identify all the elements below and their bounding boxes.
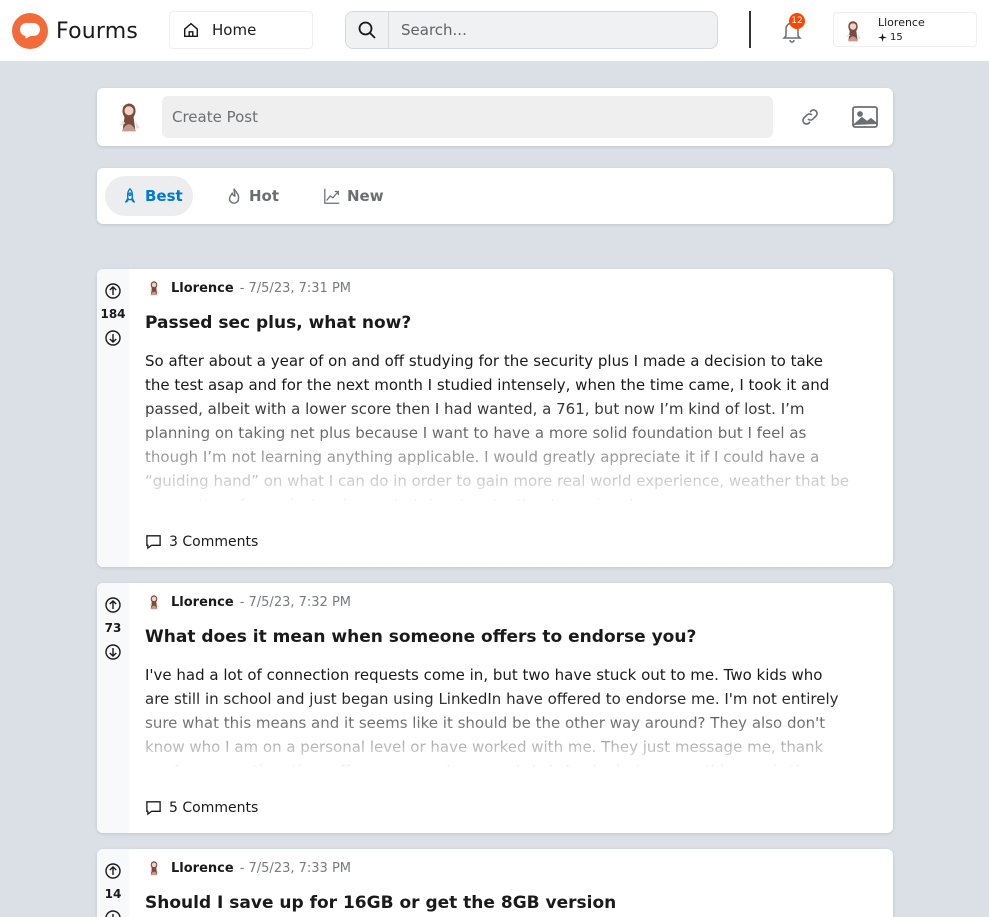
post-body: So after about a year of on and off stud…	[145, 352, 850, 501]
author-name[interactable]: Llorence	[171, 595, 234, 610]
comments-button[interactable]: 5 Comments	[145, 799, 258, 816]
trending-icon	[324, 188, 340, 204]
search-icon[interactable]	[346, 12, 389, 48]
user-menu[interactable]: Llorence 15	[833, 12, 977, 47]
post-card[interactable]: 73 Llorence - 7/5/23, 7:32 PM What does …	[97, 583, 893, 833]
karma-count: 15	[878, 32, 903, 43]
post-timestamp: - 7/5/23, 7:33 PM	[239, 860, 351, 876]
upvote-icon[interactable]	[105, 597, 121, 613]
search-input[interactable]	[389, 12, 717, 48]
vote-count: 184	[100, 307, 126, 321]
home-dropdown[interactable]: Home	[169, 11, 313, 49]
brand-logo[interactable]: Fourms	[12, 13, 138, 49]
post-timestamp: - 7/5/23, 7:32 PM	[239, 594, 351, 610]
post-title[interactable]: What does it mean when someone offers to…	[145, 627, 696, 647]
author-name[interactable]: Llorence	[171, 281, 234, 296]
vote-count: 73	[104, 621, 122, 635]
user-avatar[interactable]	[111, 97, 147, 137]
tab-best-label: Best	[145, 187, 183, 205]
tab-new[interactable]: New	[315, 176, 395, 216]
tab-new-label: New	[347, 187, 384, 205]
post-meta: Llorence - 7/5/23, 7:32 PM	[145, 592, 351, 612]
user-avatar	[840, 18, 866, 44]
rocket-icon	[124, 187, 136, 203]
notification-badge: 12	[789, 13, 805, 29]
sort-tabs: Best Hot New	[97, 168, 893, 224]
create-post-input[interactable]	[162, 96, 773, 138]
downvote-icon[interactable]	[105, 910, 121, 917]
comments-button[interactable]: 3 Comments	[145, 533, 258, 550]
tab-hot[interactable]: Hot	[215, 176, 295, 216]
post-card[interactable]: 184 Llorence - 7/5/23, 7:31 PM Passed se…	[97, 269, 893, 567]
upvote-icon[interactable]	[105, 863, 121, 879]
tab-best[interactable]: Best	[105, 176, 193, 216]
comments-count: 3 Comments	[169, 533, 259, 550]
post-title[interactable]: Should I save up for 16GB or get the 8GB…	[145, 893, 616, 913]
home-icon	[183, 22, 199, 38]
downvote-icon[interactable]	[105, 330, 121, 346]
post-meta: Llorence - 7/5/23, 7:33 PM	[145, 858, 351, 878]
search-bar	[345, 11, 718, 49]
top-navbar: Fourms Home 12 Llorence 15	[0, 0, 989, 62]
vote-column: 73	[97, 583, 129, 833]
author-avatar[interactable]	[145, 592, 163, 612]
brand-name: Fourms	[56, 18, 139, 44]
post-body: I've had a lot of connection requests co…	[145, 666, 839, 767]
post-card[interactable]: 14 Llorence - 7/5/23, 7:33 PM Should I s…	[97, 849, 893, 917]
author-avatar[interactable]	[145, 278, 163, 298]
post-timestamp: - 7/5/23, 7:31 PM	[239, 280, 351, 296]
chat-bubble-logo-icon	[12, 13, 48, 49]
post-title[interactable]: Passed sec plus, what now?	[145, 313, 411, 333]
create-post-card	[97, 88, 893, 146]
image-icon[interactable]	[851, 104, 879, 130]
comment-icon	[146, 801, 161, 816]
header-divider	[749, 11, 751, 48]
notifications-button[interactable]: 12	[780, 13, 805, 44]
author-avatar[interactable]	[145, 858, 163, 878]
comments-count: 5 Comments	[169, 799, 259, 816]
link-icon[interactable]	[798, 105, 822, 129]
vote-column: 14	[97, 849, 129, 917]
vote-column: 184	[97, 269, 129, 567]
upvote-icon[interactable]	[105, 283, 121, 299]
karma-icon	[878, 33, 887, 42]
author-name[interactable]: Llorence	[171, 861, 234, 876]
karma-value: 15	[890, 32, 903, 43]
comment-icon	[146, 535, 161, 550]
home-label: Home	[212, 21, 257, 39]
post-meta: Llorence - 7/5/23, 7:31 PM	[145, 278, 351, 298]
flame-icon	[228, 188, 240, 204]
user-name: Llorence	[878, 16, 925, 29]
vote-count: 14	[104, 887, 122, 901]
downvote-icon[interactable]	[105, 644, 121, 660]
tab-hot-label: Hot	[249, 187, 280, 205]
